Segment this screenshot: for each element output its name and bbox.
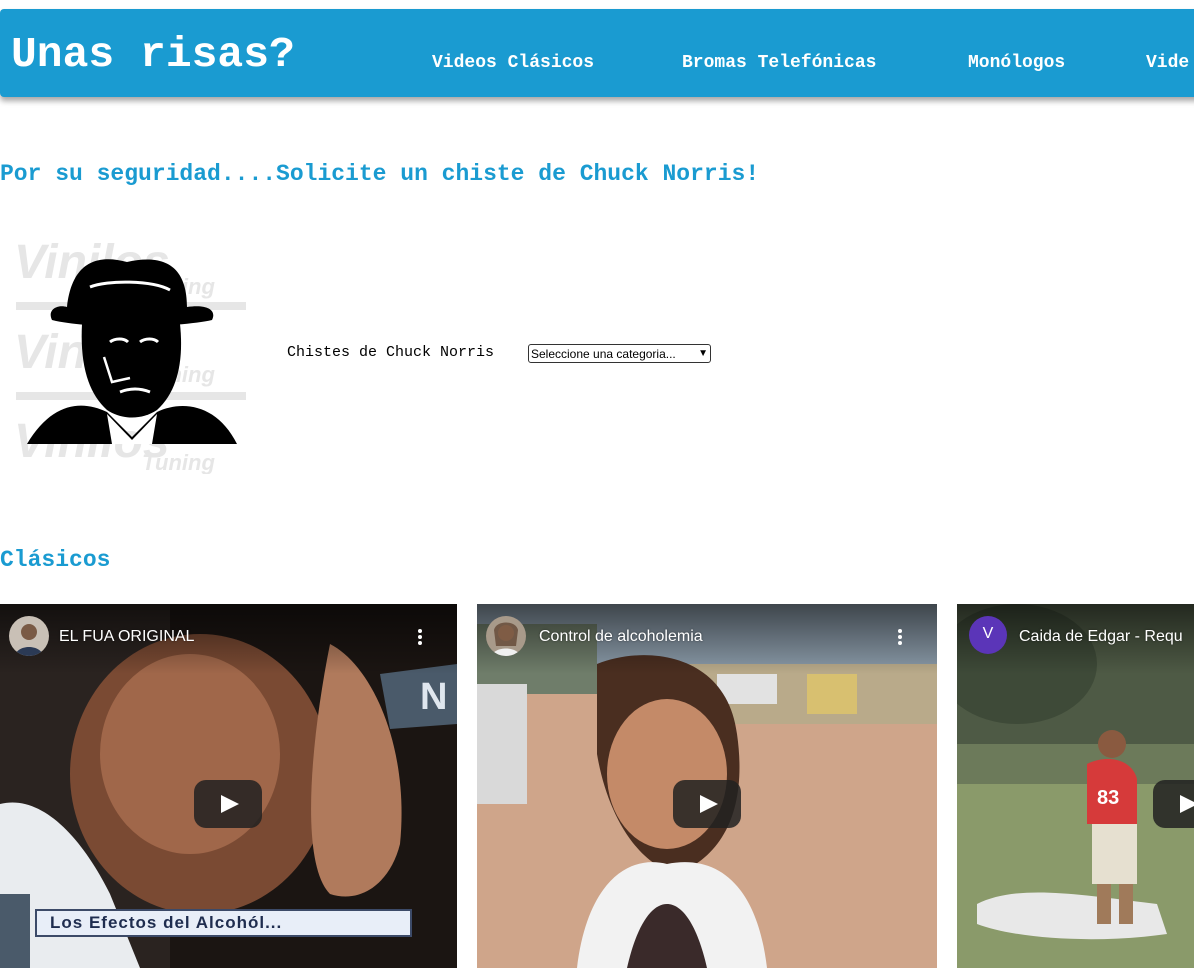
video-title[interactable]: Control de alcoholemia bbox=[539, 628, 703, 646]
channel-avatar[interactable] bbox=[9, 616, 49, 656]
nav-videos-clasicos[interactable]: Videos Clásicos bbox=[432, 52, 594, 74]
play-button-icon[interactable] bbox=[673, 780, 741, 828]
video-embed[interactable]: N EL FUA ORIGINAL Los Efectos del Alcohó… bbox=[0, 604, 457, 968]
channel-avatar-letter: V bbox=[982, 625, 994, 642]
video-caption-bar: Los Efectos del Alcohól... bbox=[35, 909, 412, 937]
channel-avatar[interactable]: V bbox=[969, 616, 1007, 654]
play-button-icon[interactable] bbox=[1153, 780, 1194, 828]
more-options-icon[interactable] bbox=[897, 628, 903, 648]
chuck-norris-image: Vinilos Tuning Vinilos Tuning Vinilos Tu… bbox=[12, 232, 252, 475]
svg-text:83: 83 bbox=[1097, 787, 1119, 809]
nav-videos-more[interactable]: Vide bbox=[1146, 52, 1189, 74]
classics-heading: Clásicos bbox=[0, 547, 111, 573]
play-button-icon[interactable] bbox=[194, 780, 262, 828]
category-select[interactable]: Seleccione una categoria... ▼ bbox=[528, 344, 711, 363]
site-header: Unas risas? Videos Clásicos Bromas Telef… bbox=[0, 9, 1194, 97]
chuck-section-heading: Por su seguridad....Solicite un chiste d… bbox=[0, 161, 760, 187]
video-title[interactable]: Caida de Edgar - Requ bbox=[1019, 628, 1183, 646]
chuck-jokes-label: Chistes de Chuck Norris bbox=[287, 344, 495, 361]
svg-text:N: N bbox=[420, 676, 447, 718]
more-options-icon[interactable] bbox=[417, 628, 423, 648]
chevron-down-icon: ▼ bbox=[698, 348, 708, 359]
video-embed[interactable]: Control de alcoholemia bbox=[477, 604, 937, 968]
channel-avatar[interactable] bbox=[486, 616, 526, 656]
site-title[interactable]: Unas risas? bbox=[11, 29, 295, 81]
video-caption-text: Los Efectos del Alcohól... bbox=[50, 913, 283, 932]
video-title[interactable]: EL FUA ORIGINAL bbox=[59, 628, 194, 646]
category-select-value: Seleccione una categoria... bbox=[531, 346, 676, 361]
video-embed[interactable]: 83 V Caida de Edgar - Requ bbox=[957, 604, 1194, 968]
nav-bromas-telefonicas[interactable]: Bromas Telefónicas bbox=[682, 52, 876, 74]
nav-monologos[interactable]: Monólogos bbox=[968, 52, 1065, 74]
svg-text:Tuning: Tuning bbox=[142, 450, 215, 474]
